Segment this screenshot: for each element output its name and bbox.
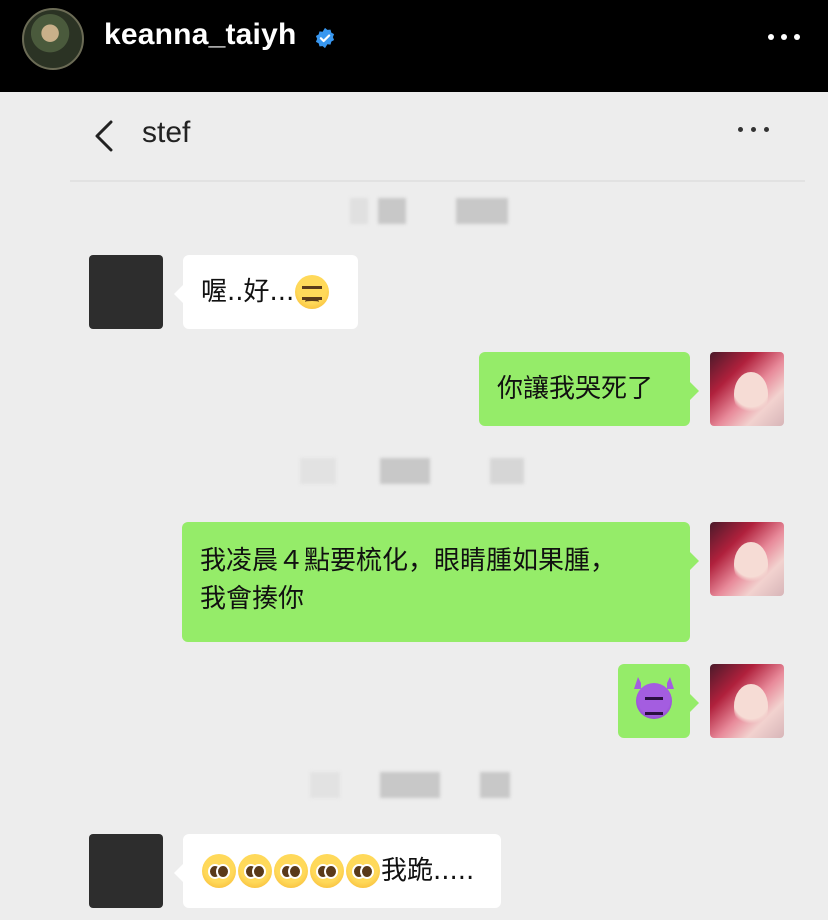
- message-bubble-sent: 我凌晨４點要梳化，眼睛腫如果腫， 我會揍你: [182, 522, 699, 642]
- pleading-face-icon: [274, 854, 308, 888]
- blurred-timestamp: [350, 198, 520, 224]
- message-bubble-received: 我跪.....: [174, 834, 501, 908]
- message-text: 你讓我哭死了: [497, 374, 654, 404]
- contact-avatar[interactable]: [89, 255, 163, 329]
- instagram-header: keanna_taiyh: [0, 0, 828, 92]
- verified-badge-icon: [315, 27, 335, 49]
- message-text-line: 我凌晨４點要梳化，眼睛腫如果腫，: [200, 546, 617, 576]
- user-avatar[interactable]: [710, 352, 784, 426]
- message-text: 我跪.....: [381, 856, 475, 886]
- chat-more-icon[interactable]: [736, 124, 772, 136]
- angry-devil-face-icon: [636, 683, 672, 719]
- username[interactable]: keanna_taiyh: [104, 18, 297, 52]
- user-avatar[interactable]: [710, 664, 784, 738]
- chat-title: stef: [142, 116, 191, 149]
- message-bubble-received: 喔..好...: [174, 255, 358, 329]
- chat-screenshot: stef 喔..好... 你讓我哭死了 我凌晨４點要梳化，眼睛腫如果腫， 我會揍…: [0, 92, 828, 920]
- profile-avatar[interactable]: [22, 8, 84, 70]
- user-avatar[interactable]: [710, 522, 784, 596]
- message-bubble-sent: [618, 664, 699, 738]
- confounded-face-icon: [295, 275, 330, 309]
- pleading-face-icon: [238, 854, 272, 888]
- message-text-line: 我會揍你: [200, 584, 305, 614]
- pleading-face-icon: [310, 854, 344, 888]
- header-divider: [70, 180, 805, 182]
- contact-avatar[interactable]: [89, 834, 163, 908]
- more-options-icon[interactable]: [766, 24, 802, 48]
- blurred-timestamp: [300, 458, 540, 484]
- pleading-face-icon: [346, 854, 380, 888]
- blurred-timestamp: [310, 772, 550, 798]
- message-text: 喔..好...: [201, 277, 295, 307]
- pleading-face-icon: [202, 854, 236, 888]
- chat-header: stef: [0, 92, 828, 180]
- message-bubble-sent: 你讓我哭死了: [479, 352, 699, 426]
- chevron-left-icon[interactable]: [92, 120, 116, 152]
